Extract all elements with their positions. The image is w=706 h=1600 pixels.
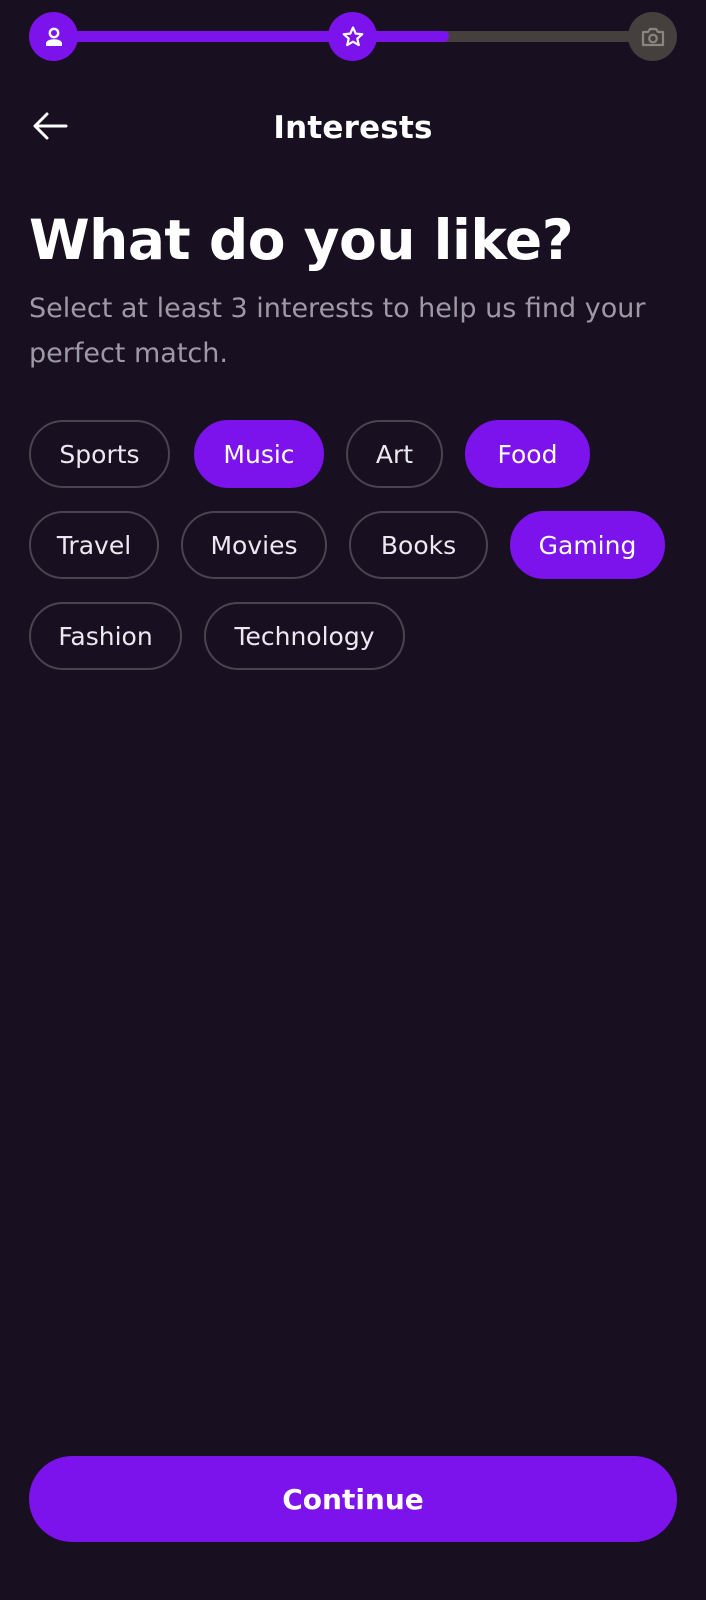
- headline: What do you like?: [29, 208, 574, 272]
- step-photos: [628, 12, 677, 61]
- chip-row: Travel Movies Books Gaming: [29, 511, 679, 579]
- continue-button[interactable]: Continue: [29, 1456, 677, 1542]
- chip-art[interactable]: Art: [346, 420, 443, 488]
- progress-fill: [53, 31, 449, 42]
- chip-sports[interactable]: Sports: [29, 420, 170, 488]
- camera-icon: [640, 25, 666, 49]
- chip-books[interactable]: Books: [349, 511, 488, 579]
- person-icon: [43, 26, 65, 48]
- onboarding-progress: [29, 12, 677, 61]
- chip-technology[interactable]: Technology: [204, 602, 405, 670]
- star-icon: [341, 25, 365, 49]
- step-interests: [328, 12, 377, 61]
- page-title: Interests: [273, 110, 433, 146]
- chip-gaming[interactable]: Gaming: [510, 511, 665, 579]
- subtitle: Select at least 3 interests to help us f…: [29, 293, 646, 369]
- interest-chips: Sports Music Art Food Travel Movies Book…: [29, 420, 679, 693]
- chip-row: Sports Music Art Food: [29, 420, 679, 488]
- chip-fashion[interactable]: Fashion: [29, 602, 182, 670]
- chip-travel[interactable]: Travel: [29, 511, 159, 579]
- step-profile: [29, 12, 78, 61]
- chip-music[interactable]: Music: [194, 420, 324, 488]
- chip-row: Fashion Technology: [29, 602, 679, 670]
- chip-food[interactable]: Food: [465, 420, 590, 488]
- chip-movies[interactable]: Movies: [181, 511, 327, 579]
- top-bar: Interests: [0, 96, 706, 160]
